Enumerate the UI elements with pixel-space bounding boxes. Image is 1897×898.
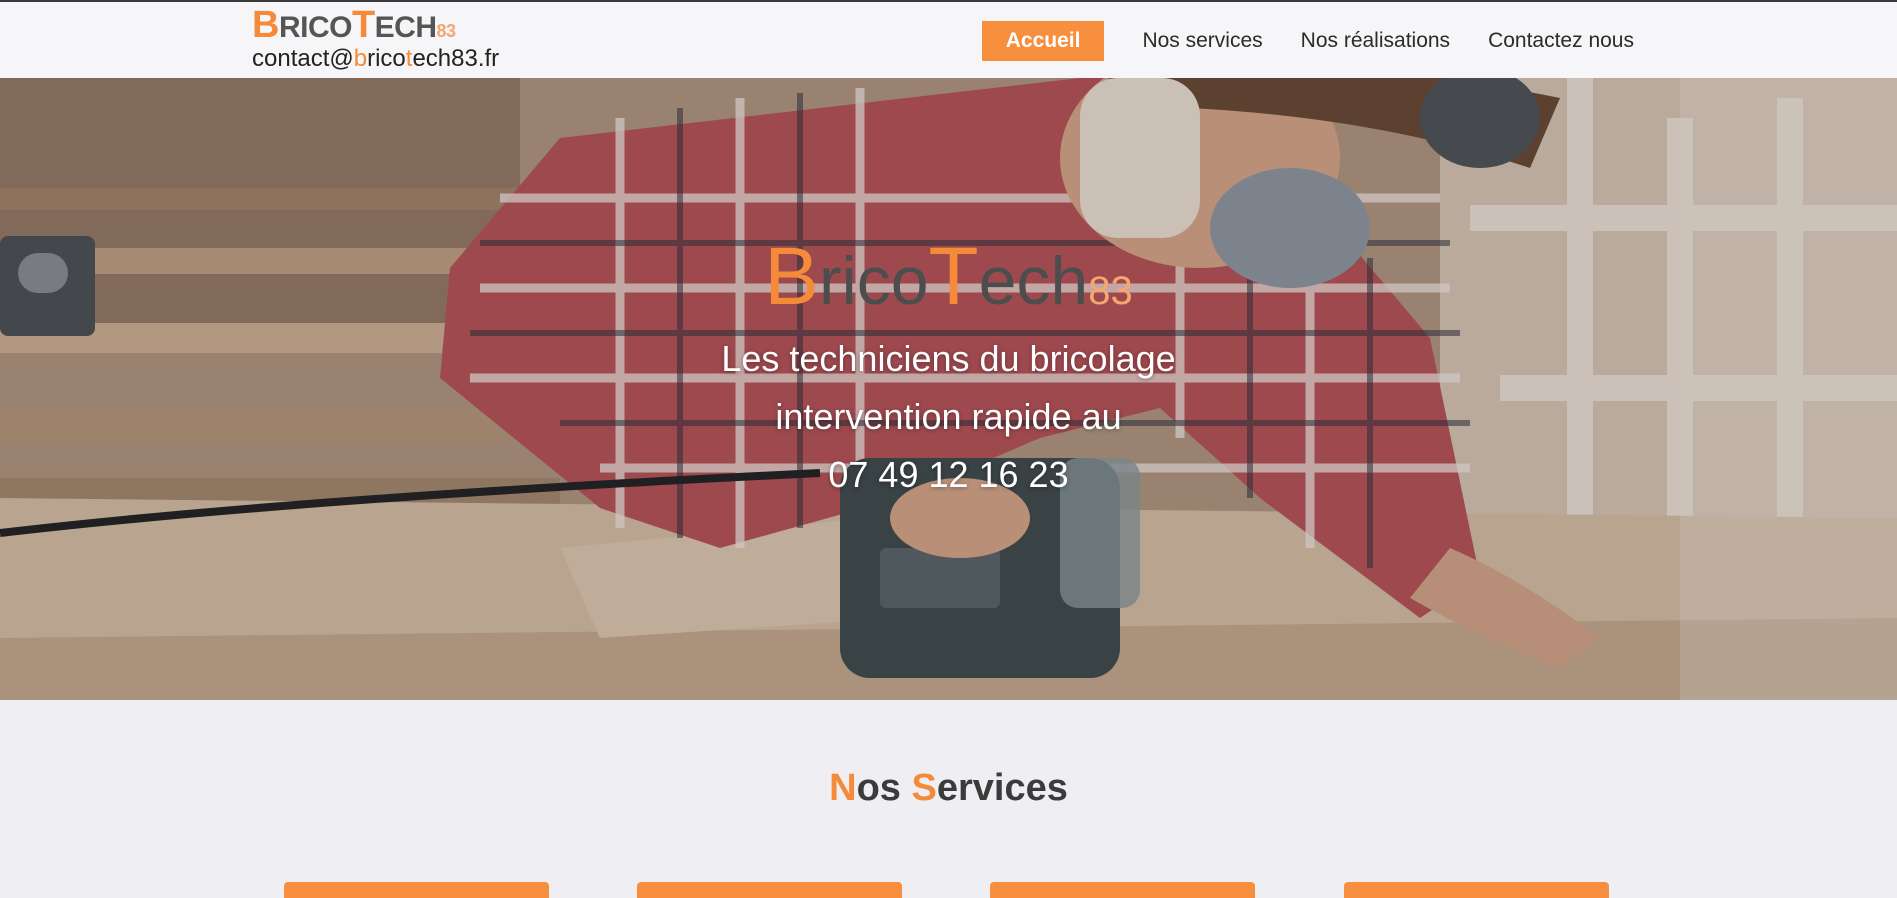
email-part: contact@ <box>252 45 354 72</box>
service-card-3[interactable] <box>990 882 1255 898</box>
nav-item-contactez-nous[interactable]: Contactez nous <box>1488 21 1634 61</box>
logo-suffix: 83 <box>436 21 457 41</box>
services-section-title: Nos Services <box>0 765 1897 811</box>
hero-content: BricoTech83 Les techniciens du bricolage… <box>0 236 1897 504</box>
email-part: ech83.fr <box>412 45 500 72</box>
contact-email-link[interactable]: contact@bricotech83.fr <box>252 46 499 72</box>
logo-letter-t: T <box>351 4 375 46</box>
service-card-2[interactable] <box>637 882 902 898</box>
hero-subtitle: intervention rapide au <box>775 396 1122 437</box>
nav-item-accueil[interactable]: Accueil <box>981 21 1105 61</box>
services-title-letter-n: N <box>829 767 857 809</box>
email-part-highlight: b <box>353 45 368 72</box>
hero-logo-letter-b: B <box>764 231 819 322</box>
site-header: BRICOTECH83 contact@bricotech83.fr Accue… <box>0 0 1897 78</box>
hero-banner: BricoTech83 Les techniciens du bricolage… <box>0 78 1897 700</box>
logo-text-ech: ECH <box>374 11 437 44</box>
main-nav: Accueil Nos services Nos réalisations Co… <box>981 21 1634 61</box>
services-title-text-os: os <box>856 767 912 809</box>
logo-letter-b: B <box>252 4 279 46</box>
nav-item-nos-services[interactable]: Nos services <box>1142 21 1262 61</box>
service-card-4[interactable] <box>1344 882 1609 898</box>
hero-logo-text-rico: rico <box>818 243 929 319</box>
services-title-letter-s: S <box>911 767 937 809</box>
hero-logo-letter-t: T <box>928 231 979 322</box>
hero-phone-link[interactable]: 07 49 12 16 23 <box>0 446 1897 504</box>
services-title-text-ervices: ervices <box>936 767 1068 809</box>
hero-logo: BricoTech83 <box>764 236 1133 330</box>
hero-logo-suffix: 83 <box>1088 269 1133 313</box>
service-card-1[interactable] <box>284 882 549 898</box>
hero-logo-text-ech: ech <box>978 243 1089 319</box>
site-logo[interactable]: BRICOTECH83 <box>252 6 499 48</box>
nav-item-nos-realisations[interactable]: Nos réalisations <box>1301 21 1450 61</box>
logo-text-rico: RICO <box>278 11 353 44</box>
brand-block[interactable]: BRICOTECH83 contact@bricotech83.fr <box>252 6 499 72</box>
email-part: rico <box>367 45 406 72</box>
hero-tagline: Les techniciens du bricolage <box>721 338 1176 379</box>
